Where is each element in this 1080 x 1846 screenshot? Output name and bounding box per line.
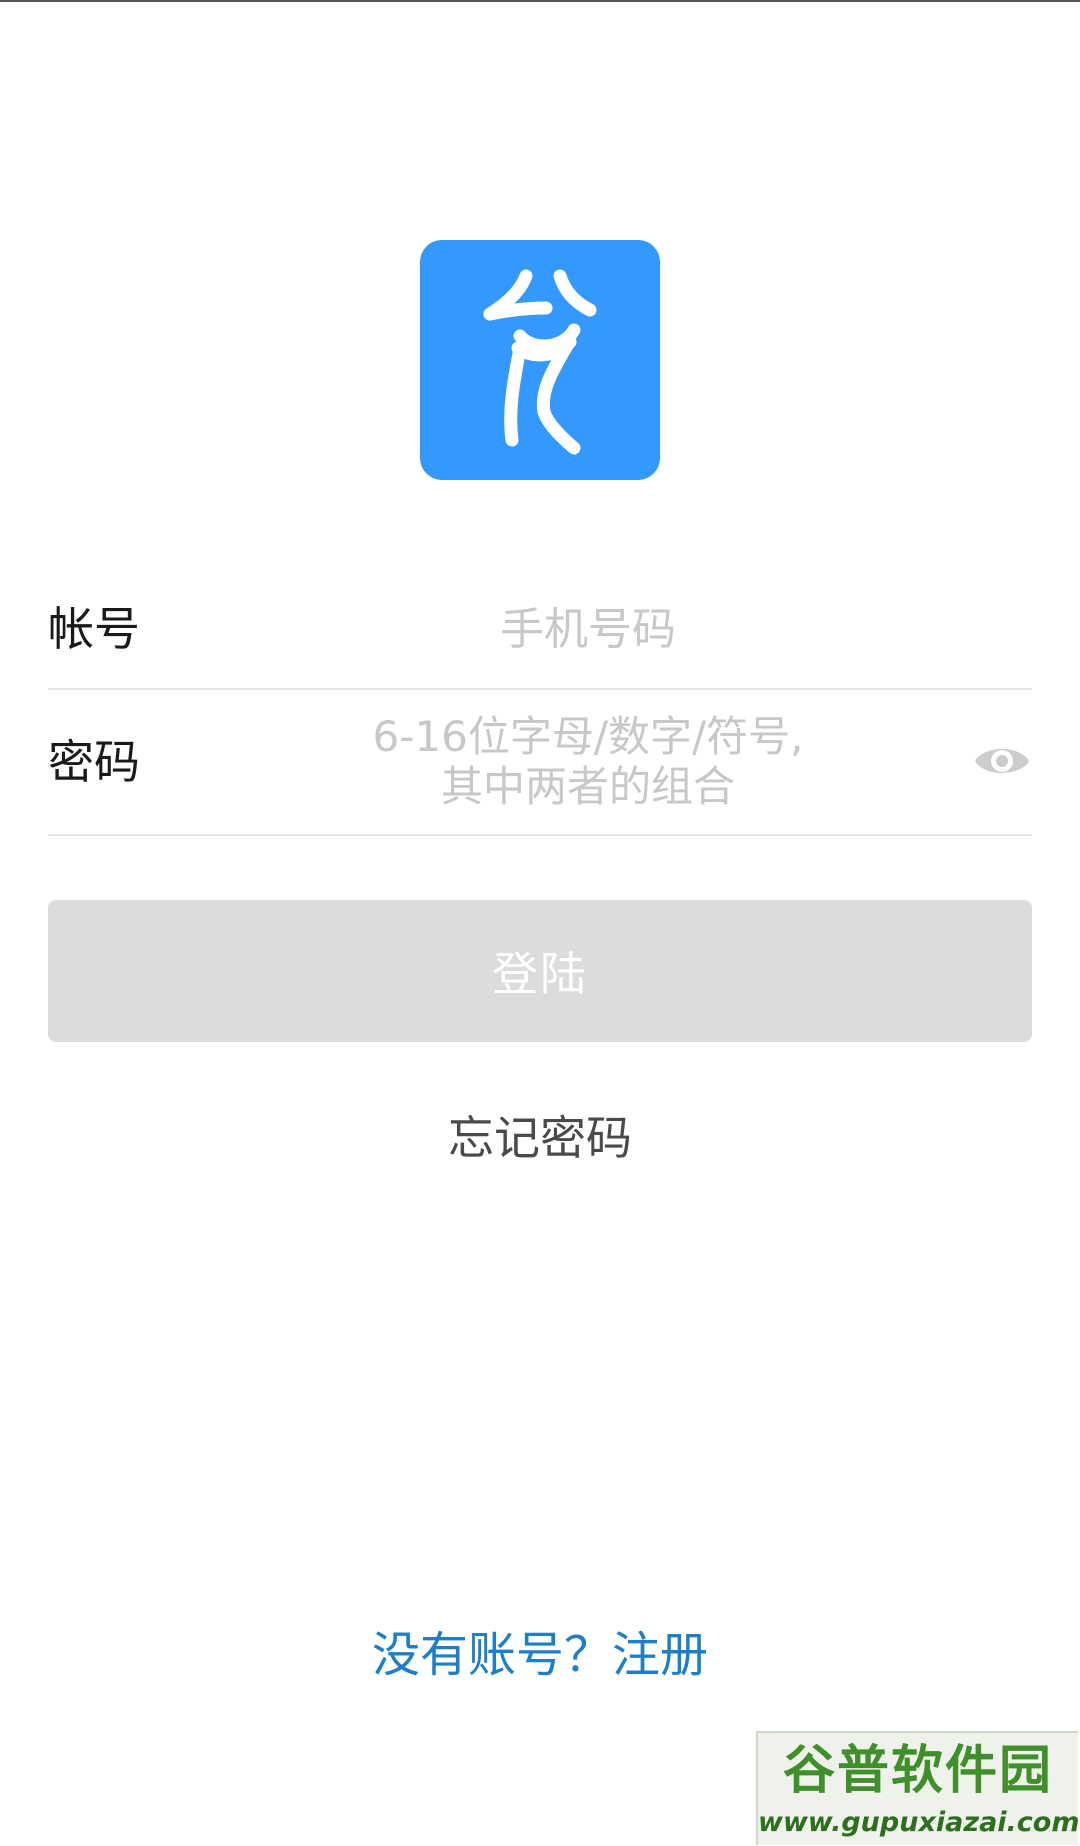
status-bar-edge (0, 0, 1080, 2)
watermark-url: www.gupuxiazai.com (758, 1807, 1078, 1838)
login-button[interactable]: 登陆 (48, 900, 1032, 1042)
calligraphy-logo-icon (483, 269, 597, 455)
forgot-password-link[interactable]: 忘记密码 (0, 1108, 1080, 1168)
password-placeholder-line2: 其中两者的组合 (440, 762, 735, 811)
show-password-toggle[interactable] (972, 736, 1032, 786)
password-label: 密码 (48, 735, 140, 789)
password-placeholder-line1: 6-16位字母/数字/符号, (372, 712, 804, 761)
app-logo (420, 240, 660, 480)
password-input[interactable]: 6-16位字母/数字/符号, 其中两者的组合 (248, 712, 928, 812)
account-row: 帐号 (48, 570, 1032, 690)
register-link[interactable]: 没有账号？注册 (0, 1625, 1080, 1685)
password-row: 密码 6-16位字母/数字/符号, 其中两者的组合 (48, 690, 1032, 836)
account-input[interactable] (248, 594, 928, 664)
watermark: 谷普软件园 www.gupuxiazai.com (756, 1731, 1078, 1845)
eye-icon (975, 749, 1029, 773)
account-label: 帐号 (48, 602, 140, 656)
watermark-title: 谷普软件园 (782, 1741, 1053, 1801)
